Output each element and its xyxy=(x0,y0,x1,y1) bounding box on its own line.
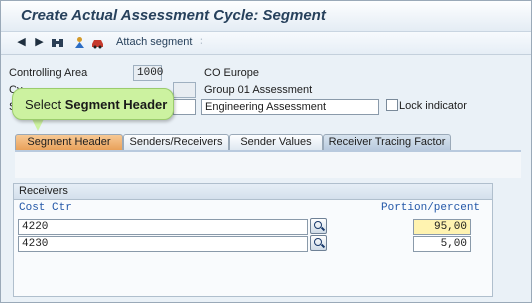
tab-senders-receivers[interactable]: Senders/Receivers xyxy=(123,134,229,150)
instruction-callout: Select Segment Header xyxy=(12,88,174,120)
title-bar: Create Actual Assessment Cycle: Segment xyxy=(1,1,531,32)
segment-description-field[interactable]: Engineering Assessment xyxy=(201,99,379,115)
tab-sender-values[interactable]: Sender Values xyxy=(229,134,323,150)
receivers-group-header: Receivers xyxy=(14,184,492,200)
cycle-field[interactable] xyxy=(173,82,196,98)
controlling-area-field[interactable]: 1000 xyxy=(133,65,163,81)
sap-window: Create Actual Assessment Cycle: Segment … xyxy=(0,0,532,303)
tab-segment-header[interactable]: Segment Header xyxy=(15,134,123,150)
person-icon[interactable] xyxy=(73,36,86,49)
controlling-area-label: Controlling Area xyxy=(9,67,88,79)
callout-bold: Segment Header xyxy=(64,97,168,112)
cost-ctr-field-row2[interactable]: 4230 xyxy=(18,236,308,252)
portion-field-row2[interactable]: 5,00 xyxy=(413,236,471,252)
arrow-left-icon[interactable]: ◀ xyxy=(15,36,28,49)
separator-icon: ∶ xyxy=(200,36,203,48)
cost-ctr-field-row1[interactable]: 4220 xyxy=(18,219,308,235)
callout-text: Select Segment Header xyxy=(25,97,167,112)
search-icon[interactable] xyxy=(310,218,327,234)
page-title: Create Actual Assessment Cycle: Segment xyxy=(21,7,326,24)
segment-field[interactable] xyxy=(173,99,196,115)
tab-receiver-tracing-factor[interactable]: Receiver Tracing Factor xyxy=(323,134,451,150)
search-icon[interactable] xyxy=(310,235,327,251)
lock-indicator-checkbox[interactable] xyxy=(386,99,398,111)
tab-content-area xyxy=(15,152,521,178)
arrow-right-icon[interactable]: ▶ xyxy=(33,36,46,49)
callout-prefix: Select xyxy=(25,97,65,112)
car-icon[interactable] xyxy=(91,36,104,49)
controlling-area-desc: CO Europe xyxy=(204,67,260,79)
cost-ctr-column-header: Cost Ctr xyxy=(19,202,72,214)
lock-indicator-label: Lock indicator xyxy=(399,100,467,112)
portion-percent-column-header: Portion/percent xyxy=(381,202,481,214)
attach-segment-button[interactable]: Attach segment xyxy=(116,36,192,48)
binoculars-icon[interactable] xyxy=(51,36,64,49)
receivers-title: Receivers xyxy=(19,185,68,197)
cycle-desc: Group 01 Assessment xyxy=(204,84,313,96)
application-toolbar: ◀ ▶ Attach segment ∶ xyxy=(1,32,531,55)
portion-field-row1[interactable]: 95,00 xyxy=(413,219,471,235)
